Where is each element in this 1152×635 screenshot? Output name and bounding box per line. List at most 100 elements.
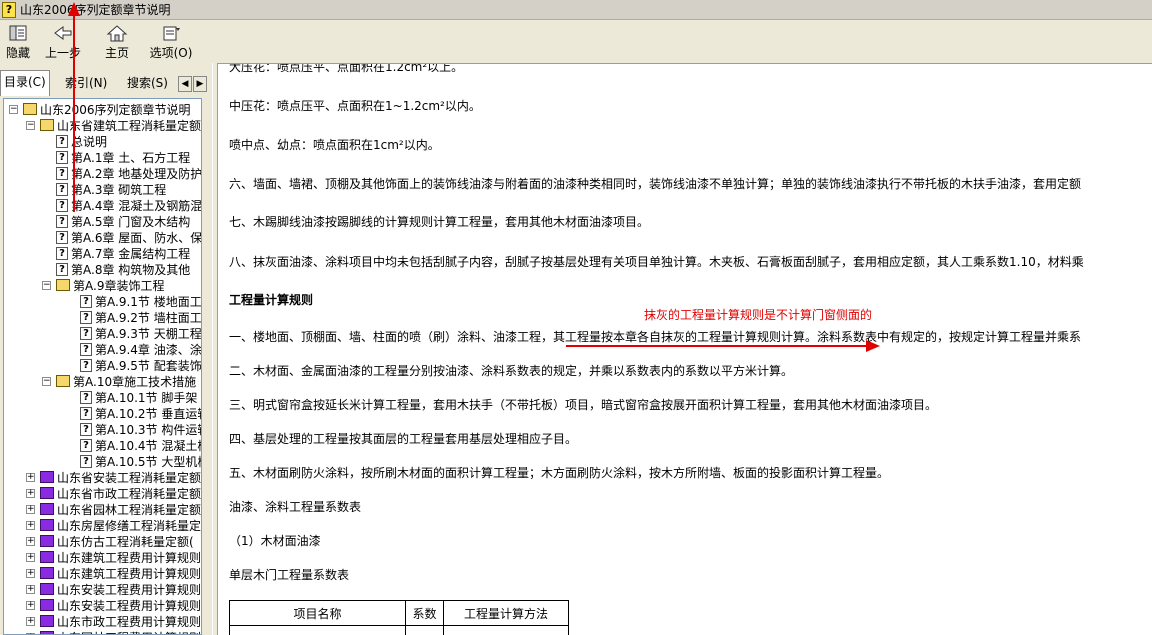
expand-icon[interactable]: + bbox=[26, 536, 35, 546]
tree-item[interactable]: ? 第A.1章 土、石方工程 bbox=[56, 149, 190, 165]
tree-item[interactable]: + 山东市政工程费用计算规则 bbox=[26, 613, 201, 629]
tree-item[interactable]: ? 第A.10.5节 大型机械 bbox=[80, 453, 201, 469]
tree-item-label: 第A.9.5节 配套装饰 bbox=[95, 358, 202, 373]
expand-icon[interactable]: + bbox=[26, 520, 35, 530]
tree-item-label: 第A.9.3节 天棚工程 bbox=[95, 326, 202, 341]
tree-item-label: 第A.10.3节 构件运输 bbox=[95, 422, 202, 437]
tree-item[interactable]: − 第A.9章装饰工程 bbox=[42, 277, 164, 293]
tree-item[interactable]: ? 第A.6章 屋面、防水、保温 bbox=[56, 229, 201, 245]
tree-item[interactable]: ? 第A.3章 砌筑工程 bbox=[56, 181, 166, 197]
home-button[interactable]: 主页 bbox=[90, 23, 144, 63]
tree-item[interactable]: + 山东省园林工程消耗量定额 bbox=[26, 501, 201, 517]
table-row bbox=[229, 625, 569, 635]
tree-item[interactable]: ? 第A.10.2节 垂直运输 bbox=[80, 405, 202, 421]
expand-icon[interactable]: + bbox=[26, 504, 35, 514]
table-header-method: 工程量计算方法 bbox=[443, 600, 569, 626]
expand-icon[interactable]: + bbox=[26, 488, 35, 498]
tree-item[interactable]: + 山东安装工程费用计算规则 bbox=[26, 597, 201, 613]
tree-item[interactable]: ? 第A.9.5节 配套装饰 bbox=[80, 357, 202, 373]
tab-index[interactable]: 索引(N) bbox=[62, 72, 110, 94]
tree-item[interactable]: ? 第A.9.2节 墙柱面工程 bbox=[80, 309, 202, 325]
tab-search[interactable]: 搜索(S) bbox=[124, 72, 171, 94]
options-icon bbox=[163, 26, 180, 41]
tree-item[interactable]: + 山东安装工程费用计算规则 bbox=[26, 581, 201, 597]
back-label: 上一步 bbox=[44, 46, 81, 60]
closed-book-icon bbox=[40, 535, 54, 547]
topic-content: 抹灰的工程量计算规则是不计算门窗侧面的 项目名称 系数 工程量计算方法 大压花：… bbox=[218, 63, 1152, 635]
collapse-icon[interactable]: − bbox=[26, 120, 35, 130]
tab-contents[interactable]: 目录(C) bbox=[0, 70, 50, 96]
tree-item[interactable]: ? 第A.7章 金属结构工程 bbox=[56, 245, 190, 261]
tree-item[interactable]: − 山东省建筑工程消耗量定额 bbox=[26, 117, 201, 133]
expand-icon[interactable]: + bbox=[26, 616, 35, 626]
tree-item-label: 第A.10.1节 脚手架 bbox=[95, 390, 198, 405]
tree-item[interactable]: + 山东省安装工程消耗量定额 bbox=[26, 469, 201, 485]
expand-icon[interactable]: + bbox=[26, 552, 35, 562]
back-button[interactable]: 上一步 bbox=[36, 23, 90, 63]
expand-icon[interactable]: + bbox=[26, 600, 35, 610]
closed-book-icon bbox=[40, 567, 54, 579]
tree-item-label: 第A.9.2节 墙柱面工程 bbox=[95, 310, 202, 325]
tree-item-label: 山东省园林工程消耗量定额 bbox=[57, 502, 202, 517]
table-header-item-name: 项目名称 bbox=[229, 600, 406, 626]
tree-item[interactable]: ? 第A.9.3节 天棚工程 bbox=[80, 325, 202, 341]
help-page-icon: ? bbox=[56, 230, 68, 244]
expand-icon[interactable]: + bbox=[26, 472, 35, 482]
tree-item-label: 山东建筑工程费用计算规则 bbox=[57, 566, 202, 581]
collapse-icon[interactable]: − bbox=[42, 280, 51, 290]
closed-book-icon bbox=[40, 503, 54, 515]
collapse-icon[interactable]: − bbox=[9, 104, 18, 114]
tree-item-label: 第A.2章 地基处理及防护 bbox=[71, 166, 202, 181]
content-paragraph: 八、抹灰面油漆、涂料项目中均未包括刮腻子内容，刮腻子按基层处理有关项目单独计算。… bbox=[229, 255, 1084, 269]
tree-item-label: 第A.5章 门窗及木结构 bbox=[71, 214, 191, 229]
tree-item[interactable]: ? 第A.9.4章 油漆、涂料 bbox=[80, 341, 201, 357]
contents-tree[interactable]: − 山东2006序列定额章节说明 − 山东省建筑工程消耗量定额? 总说明? 第A.1章 土… bbox=[3, 98, 202, 635]
table-header-row: 项目名称 系数 工程量计算方法 bbox=[229, 600, 569, 626]
hide-button[interactable]: 隐藏 bbox=[0, 23, 36, 63]
collapse-icon[interactable]: − bbox=[42, 376, 51, 386]
options-button[interactable]: 选项(O) bbox=[144, 23, 198, 63]
tree-item-label: 山东房屋修缮工程消耗量定额 bbox=[57, 518, 202, 533]
back-arrow-icon bbox=[54, 26, 72, 40]
tab-scroll-left-button[interactable]: ◀ bbox=[178, 76, 192, 92]
help-page-icon: ? bbox=[80, 294, 92, 308]
tree-item[interactable]: ? 第A.2章 地基处理及防护 bbox=[56, 165, 202, 181]
closed-book-icon bbox=[40, 599, 54, 611]
tree-item[interactable]: ? 第A.5章 门窗及木结构 bbox=[56, 213, 190, 229]
tab-scroll-right-button[interactable]: ▶ bbox=[193, 76, 207, 92]
open-book-icon bbox=[56, 375, 70, 387]
tree-item[interactable]: + 山东仿古工程消耗量定额( bbox=[26, 533, 194, 549]
navigation-pane: 目录(C) 索引(N) 搜索(S) ◀ ▶ − 山东2006序列定额章节说明 − 山东… bbox=[0, 68, 212, 635]
expand-icon[interactable]: + bbox=[26, 584, 35, 594]
tree-item[interactable]: ?第A.10.4节 混凝土模板 bbox=[80, 437, 201, 453]
content-paragraph: 单层木门工程量系数表 bbox=[229, 568, 350, 582]
tree-item[interactable]: + 山东房屋修缮工程消耗量定额 bbox=[26, 517, 202, 533]
tree-item[interactable]: − 山东2006序列定额章节说明 bbox=[9, 101, 191, 117]
tree-item[interactable]: ? 第A.10.1节 脚手架 bbox=[80, 389, 197, 405]
tree-item[interactable]: + 山东建筑工程费用计算规则 bbox=[26, 565, 201, 581]
tree-item[interactable]: + 山东建筑工程费用计算规则 bbox=[26, 549, 201, 565]
help-page-icon: ? bbox=[56, 134, 68, 148]
tree-scrollbar[interactable] bbox=[203, 98, 212, 635]
expand-icon[interactable]: + bbox=[26, 568, 35, 578]
tree-item[interactable]: ?第A.4章 混凝土及钢筋混凝土 bbox=[56, 197, 202, 213]
tree-item-label: 第A.9.1节 楼地面工程 bbox=[95, 294, 202, 309]
tree-item[interactable]: + 山东省市政工程消耗量定额 bbox=[26, 485, 201, 501]
help-page-icon: ? bbox=[80, 390, 92, 404]
table-header-coefficient: 系数 bbox=[405, 600, 444, 626]
tree-item[interactable]: ? 总说明 bbox=[56, 133, 107, 149]
help-page-icon: ? bbox=[56, 214, 68, 228]
hide-label: 隐藏 bbox=[5, 46, 30, 60]
help-page-icon: ? bbox=[56, 198, 68, 212]
tree-item[interactable]: ? 第A.10.3节 构件运输 bbox=[80, 421, 202, 437]
tree-item-label: 第A.10.2节 垂直运输 bbox=[95, 406, 202, 421]
tree-item-label: 第A.4章 混凝土及钢筋混凝土 bbox=[71, 198, 202, 213]
tree-item[interactable]: +山东园林工程费用计算规则 bbox=[26, 629, 201, 634]
tree-item[interactable]: ? 第A.8章 构筑物及其他 bbox=[56, 261, 190, 277]
tree-item[interactable]: ? 第A.9.1节 楼地面工程 bbox=[80, 293, 202, 309]
tree-item[interactable]: − 第A.10章施工技术措施 bbox=[42, 373, 196, 389]
window-title: 山东2006序列定额章节说明 bbox=[20, 3, 171, 17]
help-page-icon: ? bbox=[56, 182, 68, 196]
content-paragraph: 六、墙面、墙裙、顶棚及其他饰面上的装饰线油漆与附着面的油漆种类相同时，装饰线油漆… bbox=[229, 177, 1082, 191]
tree-item-label: 山东2006序列定额章节说明 bbox=[40, 102, 191, 117]
